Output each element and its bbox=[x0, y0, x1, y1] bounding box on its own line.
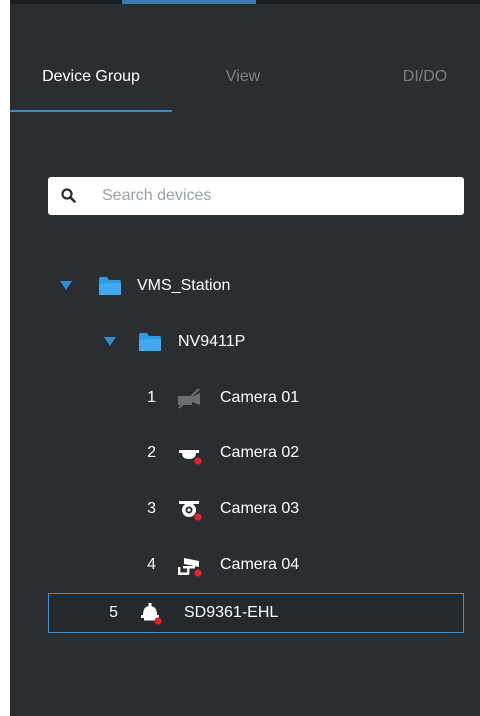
camera-label: Camera 02 bbox=[220, 444, 300, 461]
tab-di-do[interactable]: DI/DO bbox=[370, 60, 480, 100]
top-accent-bar bbox=[10, 0, 480, 4]
device-index: 5 bbox=[109, 604, 118, 621]
station-label: VMS_Station bbox=[137, 277, 231, 294]
expand-caret-icon[interactable] bbox=[60, 281, 72, 291]
tree-node-station[interactable]: VMS_Station bbox=[10, 266, 480, 306]
expand-caret-icon[interactable] bbox=[104, 337, 116, 347]
folder-icon bbox=[99, 277, 121, 295]
camera-disconnected-icon bbox=[178, 388, 200, 409]
dome-camera-icon bbox=[179, 450, 202, 465]
tab-view[interactable]: View bbox=[178, 60, 308, 100]
search-icon bbox=[61, 188, 76, 203]
search-input[interactable] bbox=[102, 177, 452, 215]
bullet-camera-icon bbox=[178, 558, 202, 577]
camera-index: 4 bbox=[147, 556, 156, 573]
tab-device-group[interactable]: Device Group bbox=[10, 60, 172, 100]
device-panel: Device Group View DI/DO VMS_Station NV94… bbox=[10, 0, 480, 716]
tab-bar: Device Group View DI/DO bbox=[10, 60, 480, 114]
tree-node-camera-01[interactable]: 1 Camera 01 bbox=[10, 378, 480, 418]
tree-node-camera-04[interactable]: 4 Camera 04 bbox=[10, 545, 480, 585]
camera-label: Camera 04 bbox=[220, 556, 300, 573]
tree-node-nvr[interactable]: NV9411P bbox=[10, 322, 480, 362]
camera-index: 2 bbox=[147, 444, 156, 461]
camera-index: 3 bbox=[147, 500, 156, 517]
device-label: SD9361-EHL bbox=[184, 604, 279, 621]
fisheye-camera-icon bbox=[179, 501, 202, 521]
camera-index: 1 bbox=[147, 389, 156, 406]
nvr-label: NV9411P bbox=[178, 333, 246, 350]
tree-node-camera-03[interactable]: 3 Camera 03 bbox=[10, 489, 480, 529]
tree-node-device-selected[interactable]: 5 SD9361-EHL bbox=[48, 593, 464, 633]
camera-label: Camera 03 bbox=[220, 500, 300, 517]
speed-dome-camera-icon bbox=[141, 603, 162, 625]
tree-node-camera-02[interactable]: 2 Camera 02 bbox=[10, 433, 480, 473]
search-box[interactable] bbox=[48, 177, 464, 215]
folder-icon bbox=[139, 333, 161, 351]
active-tab-indicator bbox=[10, 110, 172, 112]
camera-label: Camera 01 bbox=[220, 389, 300, 406]
